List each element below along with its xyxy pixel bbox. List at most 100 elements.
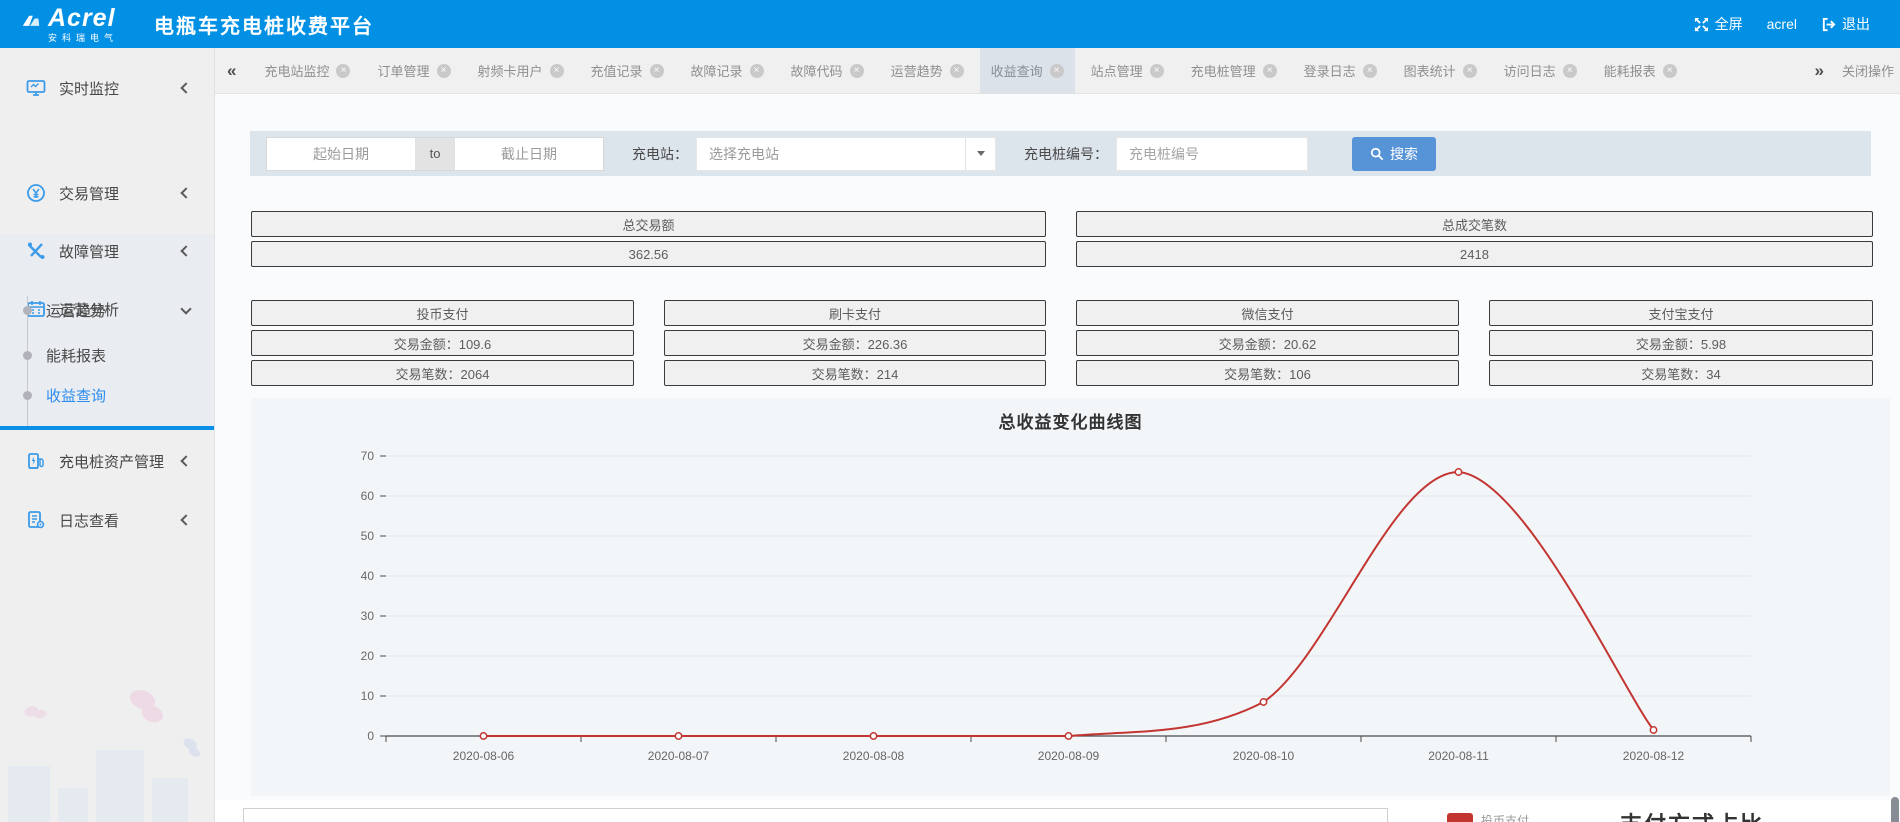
tab-station-monitor[interactable]: 充电站监控×: [253, 48, 361, 94]
acrel-logo-icon: [20, 13, 42, 35]
select-dropdown-icon[interactable]: [965, 138, 995, 170]
tabs-scroll-left-icon[interactable]: «: [215, 61, 248, 81]
page-title: 电瓶车充电桩收费平台: [154, 10, 374, 39]
tab-energy-report[interactable]: 能耗报表×: [1593, 48, 1688, 94]
date-range-separator: to: [415, 146, 455, 161]
tab-recharge-records[interactable]: 充值记录×: [580, 48, 675, 94]
tab-close-icon[interactable]: ×: [950, 64, 964, 78]
main-content: to 充电站： 选择充电站 充电桩编号： 搜索 总交易额 362.56 总成交笔…: [215, 94, 1900, 822]
chevron-left-icon: [180, 455, 191, 466]
tab-pile-mgmt[interactable]: 充电桩管理×: [1180, 48, 1288, 94]
sidebar-item-pile-assets[interactable]: 充电桩资产管理: [0, 446, 214, 476]
tab-rfid-users[interactable]: 射频卡用户×: [467, 48, 575, 94]
tab-close-icon[interactable]: ×: [1663, 64, 1677, 78]
chevron-left-icon: [180, 245, 191, 256]
bullet-dot-icon: [23, 351, 32, 360]
vertical-scrollbar[interactable]: [1891, 797, 1899, 822]
tab-close-icon[interactable]: ×: [1263, 64, 1277, 78]
revenue-line-chart: 0102030405060702020-08-062020-08-072020-…: [306, 446, 1806, 781]
chevron-left-icon: [180, 82, 191, 93]
total-count-value: 2418: [1076, 241, 1873, 267]
total-count-label: 总成交笔数: [1076, 211, 1873, 237]
top-header: Acrel 安科瑞电气 电瓶车充电桩收费平台 全屏 acrel: [0, 0, 1900, 48]
payment-ratio-title: 支付方式占比: [1620, 807, 1764, 822]
pie-chart-placeholder: [243, 808, 1388, 822]
payment-box-alipay: 支付宝支付 交易金额：5.98 交易笔数：34: [1489, 300, 1873, 390]
payment-box-wechat: 微信支付 交易金额：20.62 交易笔数：106: [1076, 300, 1459, 390]
payment-box-coin: 投币支付 交易金额：109.6 交易笔数：2064: [251, 300, 634, 390]
tab-close-icon[interactable]: ×: [550, 64, 564, 78]
logout-button[interactable]: 退出: [1813, 14, 1878, 34]
sidebar-item-realtime-monitor[interactable]: 实时监控: [0, 73, 214, 103]
legend-swatch-red[interactable]: [1447, 813, 1473, 822]
payment-box-card: 刷卡支付 交易金额：226.36 交易笔数：214: [664, 300, 1046, 390]
station-label: 充电站：: [632, 144, 688, 164]
svg-text:50: 50: [361, 529, 375, 543]
tab-login-log[interactable]: 登录日志×: [1293, 48, 1388, 94]
tab-close-icon[interactable]: ×: [750, 64, 764, 78]
end-date-input[interactable]: [455, 138, 603, 170]
sidebar-nav: 实时监控 交易管理 故障管理 运营分析 运营趋势 能耗报表: [0, 48, 215, 822]
transaction-icon: [26, 183, 46, 203]
sidebar-item-log-view[interactable]: 日志查看: [0, 505, 214, 535]
tab-close-icon[interactable]: ×: [437, 64, 451, 78]
pile-number-input[interactable]: [1116, 137, 1308, 171]
payment-count: 交易笔数：34: [1489, 360, 1873, 386]
station-select[interactable]: 选择充电站: [696, 137, 996, 171]
tab-close-icon[interactable]: ×: [1150, 64, 1164, 78]
svg-text:2020-08-06: 2020-08-06: [453, 749, 515, 763]
tab-close-icon[interactable]: ×: [1050, 64, 1064, 78]
total-amount-box: 总交易额 362.56: [251, 211, 1046, 271]
start-date-input[interactable]: [267, 138, 415, 170]
username[interactable]: acrel: [1759, 16, 1805, 32]
chart-title: 总收益变化曲线图: [251, 408, 1890, 433]
svg-text:10: 10: [361, 689, 375, 703]
tab-close-icon[interactable]: ×: [650, 64, 664, 78]
tab-close-icon[interactable]: ×: [1363, 64, 1377, 78]
tab-chart-stats[interactable]: 图表统计×: [1393, 48, 1488, 94]
tab-fault-records[interactable]: 故障记录×: [680, 48, 775, 94]
total-count-box: 总成交笔数 2418: [1076, 211, 1873, 271]
tab-fault-codes[interactable]: 故障代码×: [780, 48, 875, 94]
tab-close-icon[interactable]: ×: [336, 64, 350, 78]
sidebar-subitem-operation-trend[interactable]: 运营趋势: [0, 297, 214, 323]
tab-revenue-query[interactable]: 收益查询×: [980, 48, 1075, 94]
fullscreen-button[interactable]: 全屏: [1686, 14, 1751, 34]
tab-order-mgmt[interactable]: 订单管理×: [366, 48, 461, 94]
tab-site-mgmt[interactable]: 站点管理×: [1080, 48, 1175, 94]
sidebar-decoration: [0, 682, 214, 822]
sidebar-item-transaction-mgmt[interactable]: 交易管理: [0, 178, 214, 208]
tab-access-log[interactable]: 访问日志×: [1493, 48, 1588, 94]
tabs-scroll-right-icon[interactable]: »: [1803, 61, 1836, 81]
payment-name: 投币支付: [251, 300, 634, 326]
revenue-chart-panel: 总收益变化曲线图 0102030405060702020-08-062020-0…: [251, 398, 1890, 796]
date-range-picker: to: [266, 137, 604, 171]
svg-text:2020-08-07: 2020-08-07: [648, 749, 710, 763]
sidebar-item-fault-mgmt[interactable]: 故障管理: [0, 236, 214, 266]
svg-text:2020-08-11: 2020-08-11: [1428, 749, 1489, 763]
payment-amount: 交易金额：5.98: [1489, 330, 1873, 356]
sidebar-subitem-energy-report[interactable]: 能耗报表: [0, 342, 214, 368]
tab-close-icon[interactable]: ×: [1563, 64, 1577, 78]
payment-ratio-panel: 投币支付 支付方式占比: [215, 800, 1900, 822]
close-operations-button[interactable]: 关闭操作: [1836, 61, 1900, 80]
svg-text:2020-08-10: 2020-08-10: [1233, 749, 1295, 763]
svg-text:40: 40: [361, 569, 375, 583]
fullscreen-label: 全屏: [1715, 14, 1743, 34]
active-section-divider: [0, 426, 214, 430]
chevron-left-icon: [180, 514, 191, 525]
payment-amount: 交易金额：226.36: [664, 330, 1046, 356]
payment-count: 交易笔数：2064: [251, 360, 634, 386]
logo-sub-text: 安科瑞电气: [48, 34, 118, 43]
tab-bar: « 充电站监控× 订单管理× 射频卡用户× 充值记录× 故障记录× 故障代码× …: [215, 48, 1900, 94]
sidebar-subitem-revenue-query[interactable]: 收益查询: [0, 382, 214, 408]
payment-name: 微信支付: [1076, 300, 1459, 326]
payment-name: 支付宝支付: [1489, 300, 1873, 326]
acrel-logo: Acrel 安科瑞电气: [0, 6, 132, 43]
legend-label[interactable]: 投币支付: [1481, 812, 1529, 822]
tab-close-icon[interactable]: ×: [1463, 64, 1477, 78]
total-amount-label: 总交易额: [251, 211, 1046, 237]
search-button[interactable]: 搜索: [1352, 137, 1436, 171]
tab-close-icon[interactable]: ×: [850, 64, 864, 78]
tab-operation-trend[interactable]: 运营趋势×: [880, 48, 975, 94]
